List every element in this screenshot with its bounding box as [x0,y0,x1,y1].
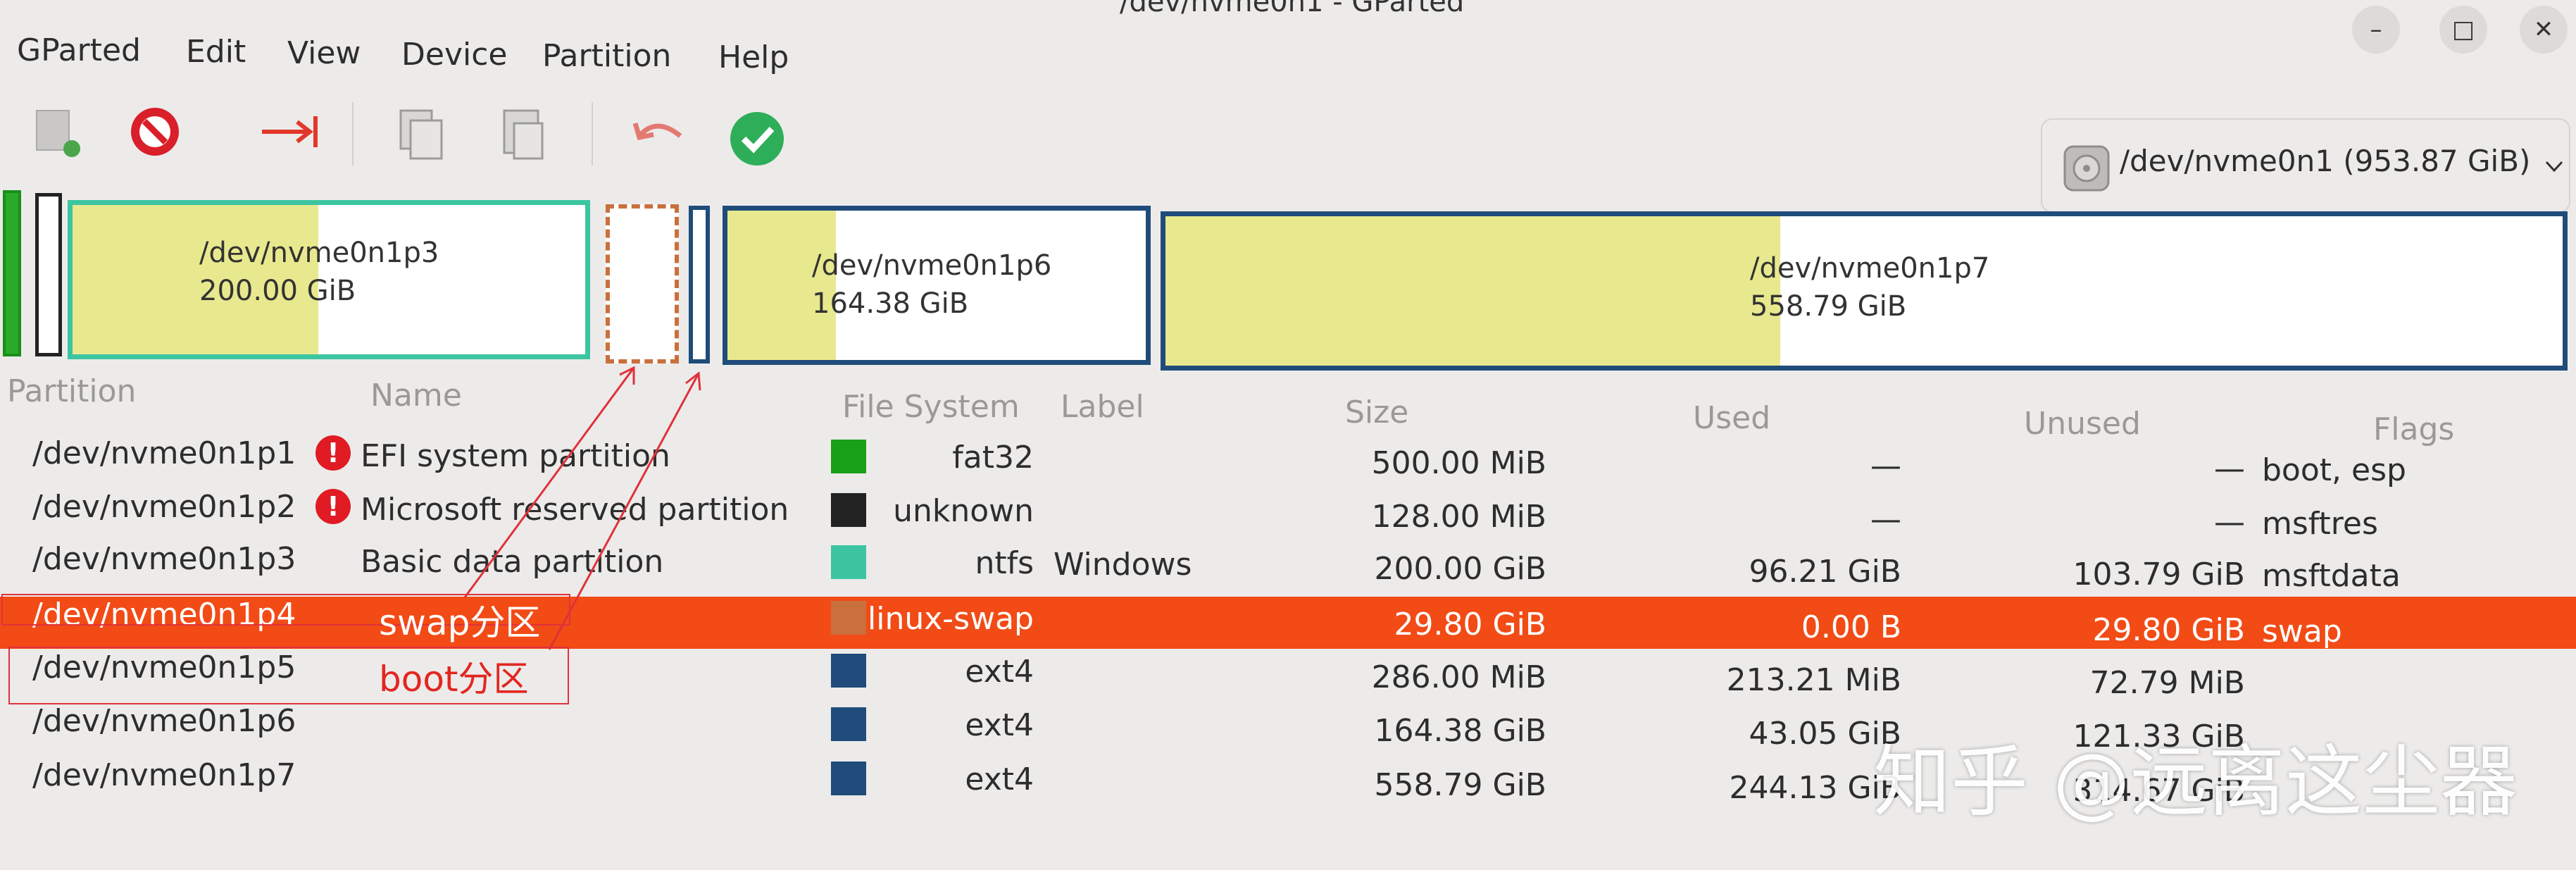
watermark: 知乎 @远离这尘器 [1873,737,2518,827]
